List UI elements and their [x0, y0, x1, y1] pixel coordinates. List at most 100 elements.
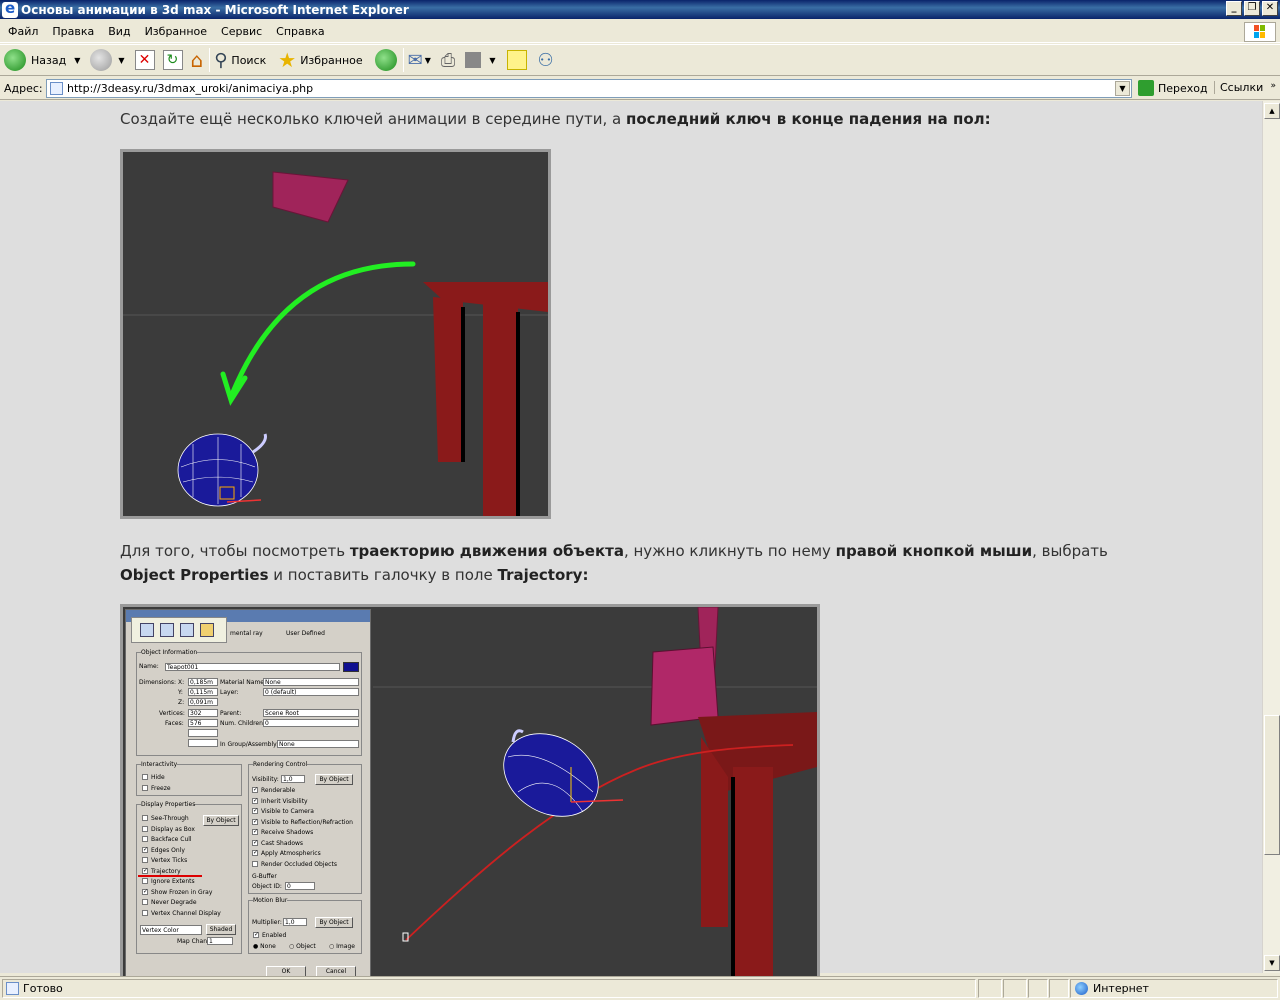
edit-button[interactable]: ▼ [465, 47, 495, 73]
object-id-input[interactable]: 0 [285, 882, 315, 890]
print-button[interactable]: ⎙ [441, 47, 455, 73]
address-input[interactable]: http://3deasy.ru/3dmax_uroki/animaciya.p… [46, 79, 1132, 98]
home-button[interactable]: ⌂ [191, 47, 204, 73]
scroll-down-button[interactable]: ▼ [1264, 955, 1280, 971]
radio-image[interactable]: Image [336, 943, 355, 950]
scroll-up-button[interactable]: ▲ [1264, 103, 1280, 119]
back-button[interactable]: Назад ▼ [4, 47, 80, 73]
children-label: Num. Children: [220, 720, 265, 727]
name-label: Name: [139, 663, 159, 670]
by-object-button[interactable]: By Object [315, 774, 353, 785]
display-checkbox[interactable]: ✓ [142, 867, 148, 874]
render-checkbox[interactable]: ✓ [252, 797, 258, 804]
chevron-down-icon[interactable]: ▼ [1115, 81, 1130, 96]
render-checkbox[interactable]: ✓ [252, 850, 258, 856]
menu-edit[interactable]: Правка [46, 25, 100, 38]
by-object-button[interactable]: By Object [203, 815, 239, 826]
vertical-scrollbar[interactable]: ▲ ▼ [1262, 101, 1280, 973]
messenger-button[interactable]: ⚇ [537, 47, 553, 73]
menu-view[interactable]: Вид [102, 25, 136, 38]
object-color-swatch[interactable] [343, 662, 359, 672]
menu-file[interactable]: Файл [2, 25, 44, 38]
map-channel-input[interactable]: 1 [207, 937, 233, 945]
display-checkbox[interactable] [142, 836, 148, 842]
multiplier-input[interactable]: 1,0 [283, 918, 307, 926]
forward-button[interactable]: ▼ [90, 47, 125, 73]
chevron-down-icon[interactable]: ▼ [118, 56, 124, 65]
favorites-button[interactable]: ★ Избранное [278, 47, 362, 73]
display-checkbox[interactable]: ✓ [142, 888, 148, 895]
chevron-down-icon[interactable]: ▼ [489, 56, 495, 65]
cancel-button[interactable]: Cancel [316, 966, 356, 976]
motion-blur-title: Motion Blur [253, 897, 288, 904]
toolbar-separator [402, 48, 404, 72]
folder-icon[interactable] [200, 623, 214, 637]
hide-checkbox[interactable] [142, 774, 148, 780]
maximize-button[interactable]: ❐ [1244, 1, 1260, 16]
render-checkbox[interactable]: ✓ [252, 839, 258, 846]
status-cell [1028, 979, 1048, 998]
name-input[interactable]: Teapot001 [165, 663, 340, 671]
display-checkbox[interactable] [142, 909, 148, 916]
display-checkbox[interactable] [142, 899, 148, 905]
render-item-label: Visible to Camera [261, 808, 314, 815]
rendering-control-title: Rendering Control [253, 761, 308, 768]
page-icon [50, 82, 63, 95]
display-checkbox[interactable] [142, 825, 148, 832]
layer-label: Layer: [220, 689, 239, 696]
stop-icon: ✕ [134, 50, 155, 70]
visibility-input[interactable]: 1,0 [281, 775, 305, 783]
display-item-label: Show Frozen in Gray [151, 888, 213, 896]
shaded-button[interactable]: Shaded [206, 924, 236, 935]
render-checkbox[interactable]: ✓ [252, 829, 258, 835]
interactivity-group: Interactivity Hide Freeze [136, 761, 242, 796]
go-button[interactable]: Переход [1138, 80, 1208, 96]
display-checkbox[interactable] [142, 878, 148, 884]
radio-none[interactable]: None [260, 943, 276, 950]
render-checkbox[interactable] [252, 860, 258, 867]
history-button[interactable] [374, 47, 397, 73]
chevron-right-icon[interactable]: » [1270, 81, 1276, 91]
notes-button[interactable] [507, 47, 528, 73]
status-bar: Готово Интернет [0, 976, 1280, 1000]
tab-mental-ray[interactable]: mental ray [230, 630, 282, 642]
display-item-label: Ignore Extents [151, 878, 195, 885]
p1-text: Создайте ещё несколько ключей анимации в… [120, 110, 627, 128]
save-icon[interactable] [140, 623, 154, 637]
empty-field [188, 739, 218, 747]
scroll-thumb[interactable] [1264, 715, 1280, 855]
render-checkbox[interactable]: ✓ [252, 818, 258, 825]
chevron-down-icon[interactable]: ▼ [74, 56, 80, 65]
toolbar-separator [209, 48, 211, 72]
search-button[interactable]: ⚲ Поиск [214, 47, 266, 73]
render-checkbox[interactable]: ✓ [252, 808, 258, 814]
chevron-down-icon[interactable]: ▼ [425, 56, 431, 65]
mail-button[interactable]: ✉ ▼ [408, 47, 431, 73]
ok-button[interactable]: OK [266, 966, 306, 976]
freeze-checkbox[interactable] [142, 785, 148, 791]
stop-button[interactable]: ✕ [134, 47, 155, 73]
globe-icon [1075, 982, 1088, 995]
print-icon[interactable] [160, 623, 174, 637]
radio-object[interactable]: Object [296, 943, 316, 950]
by-object-button[interactable]: By Object [315, 917, 353, 928]
menu-help[interactable]: Справка [270, 25, 330, 38]
go-label: Переход [1158, 81, 1208, 95]
tab-user-defined[interactable]: User Defined [286, 630, 338, 642]
minimize-button[interactable]: _ [1226, 1, 1242, 16]
render-checkbox[interactable]: ✓ [252, 787, 258, 793]
display-checkbox[interactable] [142, 857, 148, 863]
refresh-button[interactable]: ↻ [162, 47, 183, 73]
display-item-label: Trajectory [151, 867, 181, 875]
close-button[interactable]: ✕ [1262, 1, 1278, 16]
rendering-control-group: Rendering Control Visibility: 1,0 By Obj… [248, 761, 362, 894]
links-button[interactable]: Ссылки [1214, 81, 1263, 94]
mail-icon[interactable] [180, 623, 194, 637]
vertices-value: 302 [188, 709, 218, 717]
menu-tools[interactable]: Сервис [215, 25, 268, 38]
display-checkbox[interactable] [142, 815, 148, 821]
enabled-checkbox[interactable]: ✓ [253, 932, 259, 938]
vertex-color-select[interactable]: Vertex Color [140, 925, 202, 935]
menu-favorites[interactable]: Избранное [139, 25, 213, 38]
display-checkbox[interactable]: ✓ [142, 846, 148, 853]
